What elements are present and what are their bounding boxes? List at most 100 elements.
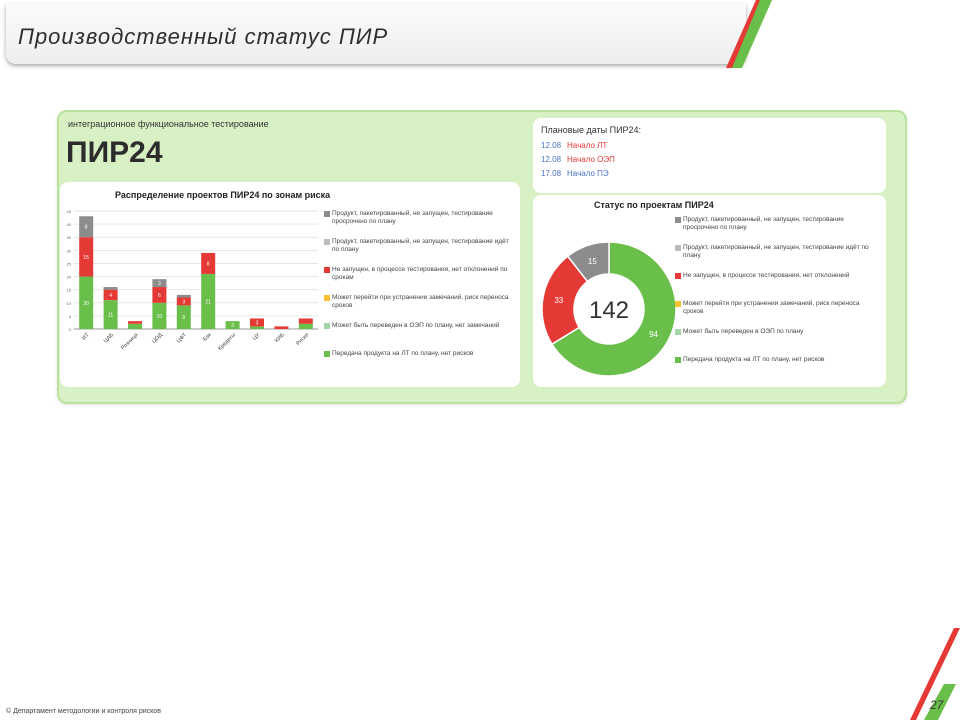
legend-item: Передача продукта на ЛТ по плану, нет ри…: [675, 356, 878, 364]
planned-date-row: 12.08 Начало ЛТ: [541, 141, 607, 150]
legend-item: Может быть переведен в ОЭП по плану: [675, 328, 878, 336]
y-tick-label: 0: [69, 327, 72, 332]
legend-label: Передача продукта на ЛТ по плану, нет ри…: [332, 350, 474, 357]
page-title: Производственный статус ПИР: [18, 24, 389, 49]
donut-slice-label: 94: [649, 330, 658, 339]
y-tick-label: 10: [67, 301, 72, 306]
bar-segment: [274, 326, 289, 329]
legend-label: Передача продукта на ЛТ по плану, нет ри…: [683, 356, 825, 363]
planned-date-label: Начало ПЭ: [567, 169, 609, 178]
title-slash-logo: [726, 0, 772, 68]
x-tick-label: ЦУ: [252, 332, 262, 342]
planned-date-row: 12.08 Начало ОЭП: [541, 155, 615, 164]
legend-swatch: [324, 351, 330, 357]
legend-label: Не запущен, в процессе тестирования, нет…: [332, 266, 508, 281]
legend-label: Не запущен, в процессе тестирования, нет…: [683, 272, 850, 279]
planned-date-value: 17.08: [541, 169, 562, 178]
footer-slash-logo: [910, 628, 960, 720]
x-tick-label: ИТ: [81, 332, 91, 342]
planned-dates-heading: Плановые даты ПИР24:: [541, 125, 642, 135]
legend-swatch: [324, 295, 330, 301]
panel-title: ПИР24: [66, 136, 163, 169]
donut-slice-label: 15: [588, 257, 597, 266]
legend-label: Может быть переведен в ОЭП по плану, нет…: [332, 322, 500, 329]
bar-segment: [103, 287, 118, 290]
planned-date-label: Начало ЛТ: [567, 141, 608, 150]
bar-value-label: 15: [83, 255, 89, 261]
y-tick-label: 5: [69, 314, 72, 319]
legend-label: Может быть переведен в ОЭП по плану: [683, 328, 804, 335]
planned-date-row: 17.08 Начало ПЭ: [541, 169, 609, 178]
legend-label: Может перейти при устранении замечаний, …: [683, 300, 860, 315]
page-number: 27: [930, 698, 944, 712]
y-tick-label: 25: [67, 261, 72, 266]
legend-label: Продукт, пакетированный, не запущен, тес…: [332, 210, 493, 225]
donut-center-label: 142: [589, 297, 629, 324]
legend-label: Продукт, пакетированный, не запущен, тес…: [683, 216, 844, 231]
x-tick-label: Розница: [120, 332, 140, 352]
planned-date-label: Начало ОЭП: [567, 155, 615, 164]
risk-bar-chart: 0 5 10 15 20 25 30 35 40 45 20 15 8 ИТ 11 4 ЦАБ Розница 10…: [67, 209, 318, 352]
legend-label: Продукт, пакетированный, не запущен, тес…: [332, 238, 509, 253]
bar-value-label: 8: [207, 261, 210, 267]
planned-date-value: 12.08: [541, 141, 562, 150]
bar-segment: [128, 323, 142, 329]
donut-chart-title: Статус по проектам ПИР24: [594, 200, 714, 210]
legend-item: Не запущен, в процессе тестирования, нет…: [324, 266, 512, 282]
x-tick-label: ЦФТ: [176, 332, 189, 345]
bar-chart-title: Распределение проектов ПИР24 по зонам ри…: [115, 190, 331, 200]
x-tick-label: КИБ: [274, 332, 286, 344]
y-tick-label: 35: [67, 235, 72, 240]
y-tick-label: 30: [67, 248, 72, 253]
y-tick-label: 45: [67, 209, 72, 214]
legend-swatch: [324, 211, 330, 217]
legend-swatch: [675, 329, 681, 335]
status-donut-chart: 94 33 15 142: [541, 241, 677, 377]
legend-item: Продукт, пакетированный, не запущен, тес…: [324, 238, 512, 254]
x-tick-label: Кредиты: [217, 332, 237, 352]
y-tick-label: 15: [67, 288, 72, 293]
x-tick-label: ЦОД: [151, 332, 164, 345]
footer-text: © Департамент методологии и контроля рис…: [6, 708, 161, 715]
legend-swatch: [675, 217, 681, 223]
legend-item: Может перейти при устранении замечаний, …: [675, 300, 878, 316]
legend-swatch: [675, 301, 681, 307]
bar-value-label: 10: [157, 314, 163, 320]
bar-segment: [250, 326, 264, 329]
legend-item: Может перейти при устранении замечаний, …: [324, 294, 512, 310]
x-tick-label: Риски: [295, 332, 310, 347]
bar-value-label: 8: [85, 225, 88, 231]
legend-swatch: [324, 323, 330, 329]
bar-value-label: 3: [182, 299, 185, 305]
bar-value-label: 9: [182, 315, 185, 321]
bar-value-label: 4: [109, 293, 112, 299]
panel-subtitle: интеграционное функциональное тестирован…: [68, 119, 269, 129]
legend-label: Продукт, пакетированный, не запущен, тес…: [683, 244, 869, 259]
bar-value-label: 21: [205, 299, 211, 305]
y-tick-label: 20: [67, 275, 72, 280]
legend-swatch: [324, 267, 330, 273]
bar-segment: [298, 323, 313, 329]
legend-item: Может быть переведен в ОЭП по плану, нет…: [324, 322, 512, 330]
legend-item: Передача продукта на ЛТ по плану, нет ри…: [324, 350, 512, 358]
x-tick-label: ЦАБ: [103, 332, 116, 345]
legend-swatch: [675, 245, 681, 251]
planned-date-value: 12.08: [541, 155, 562, 164]
bar-segment: [298, 318, 313, 324]
bar-segment: [176, 294, 191, 298]
legend-item: Продукт, пакетированный, не запущен, тес…: [675, 244, 878, 260]
legend-item: Продукт, пакетированный, не запущен, тес…: [675, 216, 878, 232]
bar-value-label: 3: [256, 320, 259, 326]
x-tick-label: Бэк: [202, 332, 213, 343]
legend-swatch: [324, 239, 330, 245]
donut-slice-label: 33: [554, 296, 563, 305]
bar-value-label: 20: [83, 301, 89, 307]
bar-value-label: 11: [108, 313, 113, 319]
bar-segment: [128, 321, 142, 324]
bar-value-label: 3: [158, 281, 161, 287]
title-bar: Производственный статус ПИР: [6, 4, 746, 64]
legend-item: Продукт, пакетированный, не запущен, тес…: [324, 210, 512, 226]
legend-item: Не запущен, в процессе тестирования, нет…: [675, 272, 878, 280]
legend-label: Может перейти при устранении замечаний, …: [332, 294, 509, 309]
legend-swatch: [675, 357, 681, 363]
